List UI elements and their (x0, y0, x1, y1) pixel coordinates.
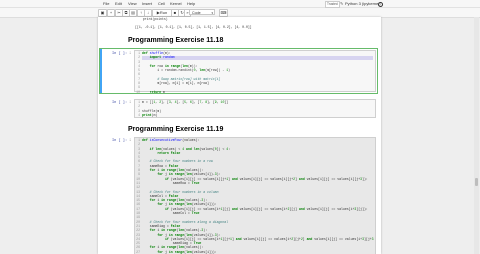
previous-output: [[1, -0.1], [1, 0.1], [1, 0.5], [1, 1.5]… (135, 25, 252, 29)
scrollbar[interactable] (474, 17, 479, 254)
line-numbers: 1 2 3 4 (138, 100, 140, 117)
keyboard-icon[interactable]: ⌨ (219, 9, 228, 17)
previous-code-tail: print(points) (139, 17, 168, 21)
cell-type-label: Code (192, 11, 201, 15)
kernel-name[interactable]: Python 3 (ipykernel) (345, 0, 381, 7)
cell-selection-bar (100, 49, 102, 93)
scrollbar-thumb[interactable] (475, 178, 478, 186)
pencil-icon[interactable]: ✎ (340, 0, 343, 7)
arrow-down-icon[interactable]: ↓ (144, 9, 152, 17)
menu-bar: File Edit View Insert Cell Kernel Help T… (0, 0, 480, 8)
run-button[interactable]: ▶Run (152, 9, 172, 17)
menu-edit[interactable]: Edit (115, 0, 122, 7)
menu-help[interactable]: Help (187, 0, 195, 7)
menu-insert[interactable]: Insert (142, 0, 152, 7)
run-label: Run (159, 10, 168, 15)
code-text: def shuffle(m): import random for row in… (142, 51, 231, 94)
cell-menu-icon[interactable]: ⁞ (129, 139, 131, 143)
heading-exercise-11-19: Programming Exercise 11.19 (128, 126, 224, 133)
trusted-badge[interactable]: Trusted (325, 1, 340, 8)
cell-menu-icon[interactable]: ⁞ (129, 101, 131, 105)
save-icon[interactable]: ▣ (98, 9, 107, 17)
heading-exercise-11-18: Programming Exercise 11.18 (128, 37, 224, 44)
line-numbers: 1 2 3 4 5 6 7 8 9 10 (136, 51, 140, 94)
cell-prompt: In [ ]: (112, 139, 128, 143)
code-text: m = [[1, 2], [3, 4], [5, 6], [7, 8], [9,… (142, 100, 229, 117)
plus-icon[interactable]: + (107, 9, 115, 17)
menu-file[interactable]: File (103, 0, 109, 7)
code-text: def isConsecutiveFour(values): if len(va… (142, 138, 374, 254)
cell-type-select[interactable]: Code ▾ (189, 9, 215, 15)
cell-prompt: In [ ]: (112, 101, 128, 105)
notebook-container: print(points) [[1, -0.1], [1, 0.1], [1, … (98, 17, 381, 254)
menu-view[interactable]: View (128, 0, 137, 7)
paste-icon[interactable]: ▤ (129, 9, 137, 17)
cell-menu-icon[interactable]: ⁞ (129, 52, 131, 56)
menu-kernel[interactable]: Kernel (170, 0, 182, 7)
cell-prompt: In [ ]: (112, 52, 128, 56)
line-numbers: 1 2 3 4 5 6 7 8 9 10 11 12 13 14 15 16 1… (136, 138, 140, 254)
menu-cell[interactable]: Cell (158, 0, 165, 7)
chevron-down-icon: ▾ (211, 11, 213, 15)
kernel-status-icon (378, 2, 383, 7)
